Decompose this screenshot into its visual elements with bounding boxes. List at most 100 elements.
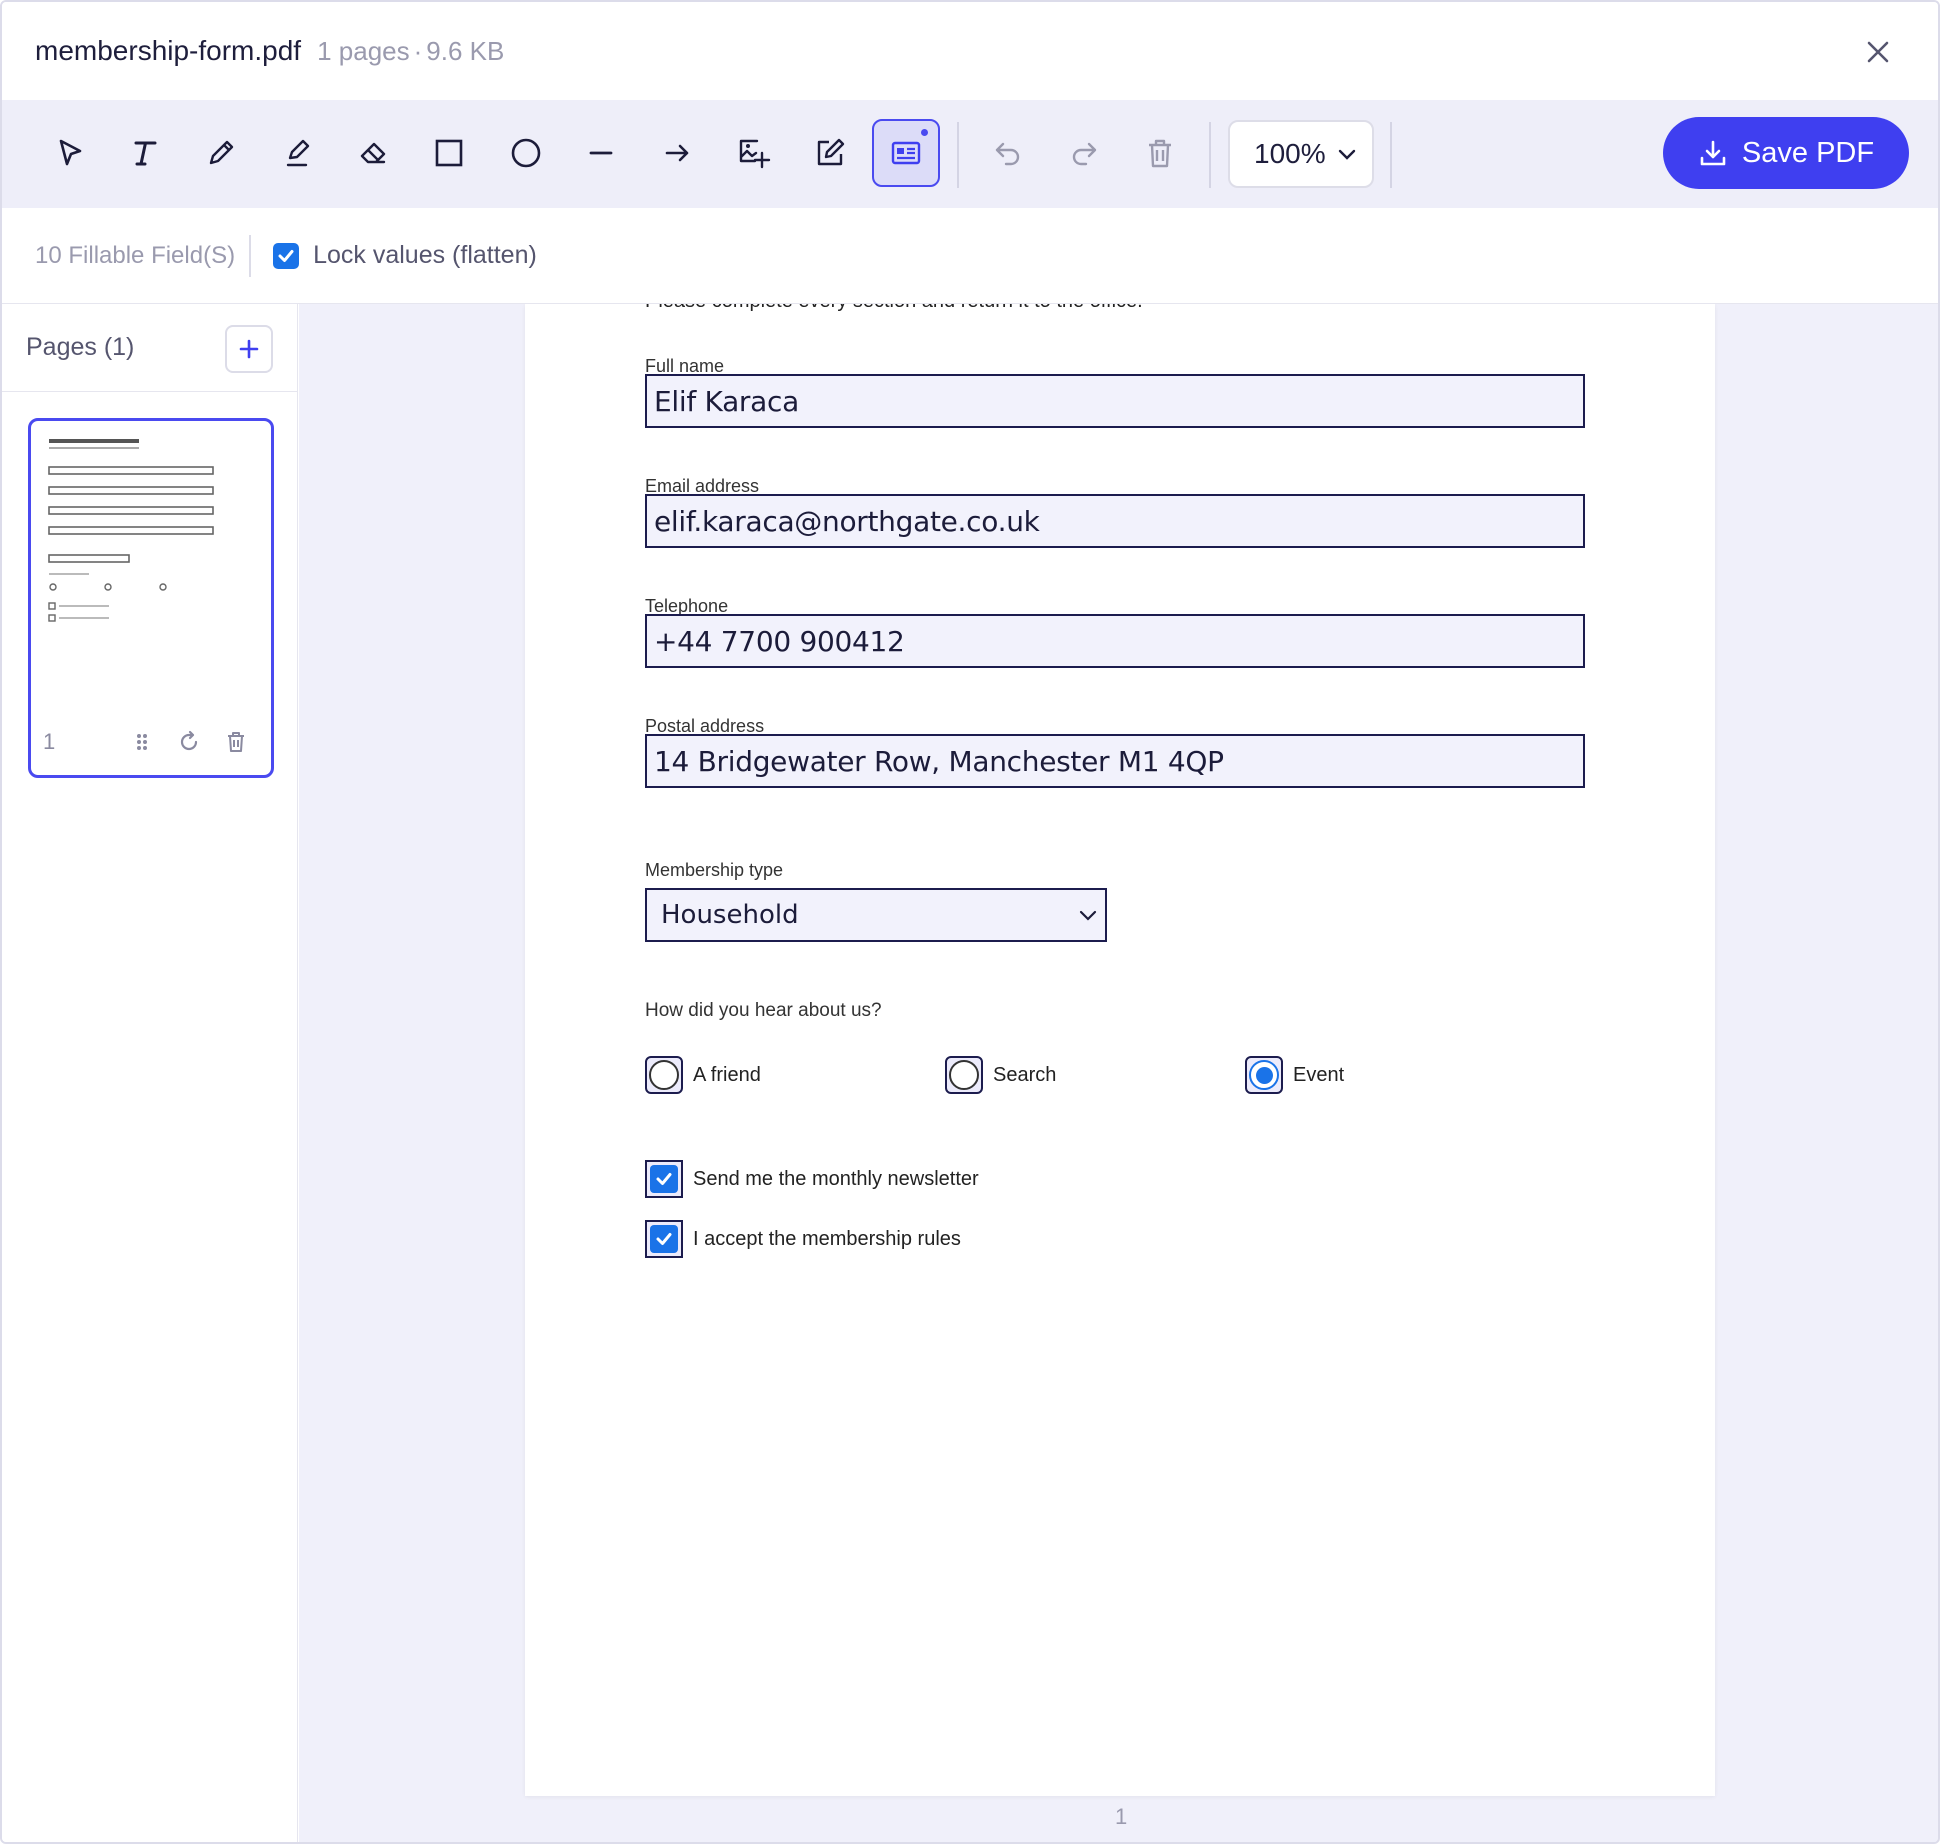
plus-icon: [239, 339, 259, 359]
undo-icon: [995, 142, 1020, 166]
checkmark-icon: [656, 1233, 672, 1245]
membership-type-label: Membership type: [645, 860, 784, 880]
radio-dot: [1255, 1066, 1273, 1084]
radio-button[interactable]: [645, 1056, 683, 1094]
document-canvas[interactable]: Please complete every section and return…: [299, 304, 1938, 1842]
line-icon: [589, 151, 613, 155]
postal-address-field[interactable]: 14 Bridgewater Row, Manchester M1 4QP: [645, 734, 1585, 788]
image-add-icon: [739, 139, 771, 169]
full-name-field[interactable]: Elif Karaca: [645, 374, 1585, 428]
checkmark-icon: [656, 1173, 672, 1185]
highlighter-icon: [286, 139, 310, 167]
chevron-down-icon: [1338, 149, 1356, 160]
save-label: Save PDF: [1741, 136, 1875, 169]
form-intro-text: Please complete every section and return…: [645, 304, 1143, 313]
save-pdf-button[interactable]: Save PDF: [1663, 117, 1909, 189]
form-fields-bar: 10 Fillable Field(S) Lock values (flatte…: [2, 208, 1938, 304]
redo-button[interactable]: [1050, 119, 1118, 187]
radio-label: Event: [1293, 1063, 1345, 1086]
toolbar-divider: [957, 122, 959, 188]
trash-icon: [1149, 139, 1171, 168]
radio-option-search[interactable]: Search: [945, 1056, 1056, 1094]
chevron-down-icon: [1079, 910, 1097, 921]
arrow-tool-button[interactable]: [644, 119, 712, 187]
highlighter-tool-button[interactable]: [263, 119, 331, 187]
pdf-page: Please complete every section and return…: [525, 304, 1715, 1796]
page-number-footer: 1: [1115, 1804, 1128, 1829]
eraser-tool-button[interactable]: [339, 119, 407, 187]
download-icon: [1700, 140, 1726, 166]
delete-page-button[interactable]: [221, 727, 251, 757]
text-icon: [134, 141, 157, 166]
telephone-field[interactable]: +44 7700 900412: [645, 614, 1585, 668]
file-size: 9.6 KB: [426, 35, 505, 66]
add-page-button[interactable]: [225, 325, 273, 373]
pdf-editor-window: membership-form.pdf 1 pages · 9.6 KB 100…: [0, 0, 1940, 1844]
checkbox-checked: [650, 1225, 678, 1253]
radio-ring-selected: [1249, 1060, 1279, 1090]
pen-icon: [209, 140, 234, 165]
close-icon: [1867, 41, 1889, 63]
title-bar: membership-form.pdf 1 pages · 9.6 KB: [2, 2, 1938, 100]
rules-label: I accept the membership rules: [693, 1227, 961, 1250]
newsletter-checkbox[interactable]: [645, 1160, 683, 1198]
membership-type-value: Household: [661, 900, 799, 930]
close-button[interactable]: [1858, 32, 1898, 72]
radio-option-event[interactable]: Event: [1245, 1056, 1344, 1094]
redo-icon: [1072, 142, 1097, 166]
meta-separator: ·: [413, 35, 423, 66]
thumbnail-page-number: 1: [43, 729, 56, 754]
select-tool-button[interactable]: [36, 119, 104, 187]
newsletter-label: Send me the monthly newsletter: [693, 1167, 979, 1190]
drag-handle[interactable]: [127, 727, 157, 757]
delete-button[interactable]: [1126, 119, 1194, 187]
hear-question: How did you hear about us?: [645, 1000, 882, 1021]
form-field-icon: [891, 141, 921, 165]
checkmark-icon: [278, 249, 294, 262]
rules-checkbox[interactable]: [645, 1220, 683, 1258]
arrow-icon: [665, 144, 689, 162]
rules-checkbox-row[interactable]: I accept the membership rules: [645, 1220, 961, 1258]
email-field[interactable]: elif.karaca@northgate.co.uk: [645, 494, 1585, 548]
line-tool-button[interactable]: [567, 119, 635, 187]
edit-icon: [817, 138, 845, 166]
page-preview: [48, 439, 214, 622]
radio-button[interactable]: [945, 1056, 983, 1094]
subbar-divider: [249, 234, 252, 277]
radio-option-friend[interactable]: A friend: [645, 1056, 761, 1094]
image-tool-button[interactable]: [719, 119, 787, 187]
fillable-fields-count: 10 Fillable Field(S): [35, 241, 236, 269]
eraser-icon: [360, 142, 386, 164]
checkbox-checked: [650, 1165, 678, 1193]
select-icon: [59, 139, 82, 166]
file-meta: 1 pages · 9.6 KB: [317, 36, 504, 67]
zoom-select[interactable]: 100%: [1228, 120, 1374, 188]
membership-type-select[interactable]: Household: [645, 888, 1107, 942]
rectangle-icon: [435, 139, 463, 167]
rectangle-tool-button[interactable]: [415, 119, 483, 187]
edit-tool-button[interactable]: [796, 119, 864, 187]
toolbar: 100% Save PDF: [2, 100, 1938, 208]
radio-label: Search: [993, 1063, 1057, 1086]
drag-handle-icon: [137, 734, 147, 750]
pages-sidebar: Pages (1) 1: [2, 304, 298, 1842]
zoom-value: 100%: [1254, 138, 1326, 169]
ellipse-icon: [511, 138, 541, 168]
rotate-page-button[interactable]: [174, 727, 204, 757]
lock-values-checkbox[interactable]: [273, 242, 300, 269]
trash-icon: [228, 732, 244, 752]
rotate-icon: [180, 730, 198, 751]
page-count: 1 pages: [317, 35, 410, 66]
radio-button[interactable]: [1245, 1056, 1283, 1094]
lock-values-label[interactable]: Lock values (flatten): [313, 241, 537, 270]
pen-tool-button[interactable]: [187, 119, 255, 187]
form-field-tool-button[interactable]: [872, 119, 940, 187]
radio-ring: [949, 1060, 979, 1090]
radio-label: A friend: [693, 1063, 761, 1086]
text-tool-button[interactable]: [111, 119, 179, 187]
page-thumbnail[interactable]: 1: [28, 418, 274, 778]
file-name: membership-form.pdf: [35, 35, 302, 66]
ellipse-tool-button[interactable]: [492, 119, 560, 187]
newsletter-checkbox-row[interactable]: Send me the monthly newsletter: [645, 1160, 979, 1198]
undo-button[interactable]: [974, 119, 1042, 187]
